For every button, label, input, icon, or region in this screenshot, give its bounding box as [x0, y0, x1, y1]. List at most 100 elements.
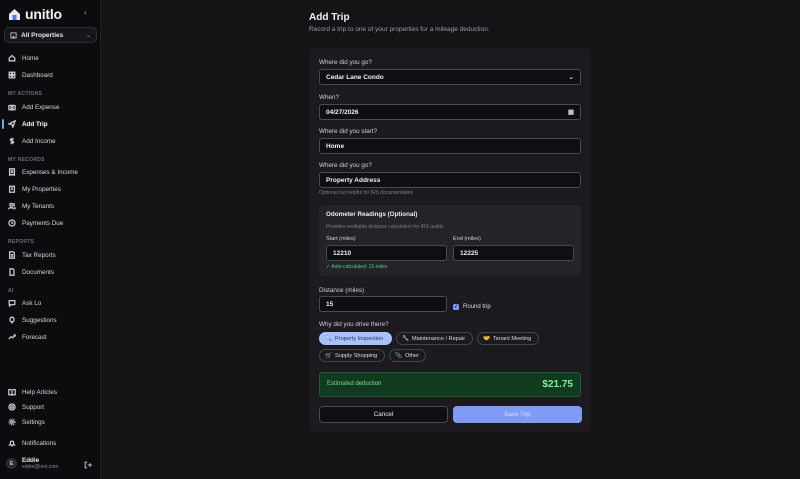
odometer-start-label: Start (miles) [326, 236, 356, 242]
sidebar-item-my-properties[interactable]: My Properties [8, 183, 94, 195]
building-icon [8, 185, 16, 193]
bell-icon [8, 439, 16, 447]
purpose-chip-supply-shopping[interactable]: 🛒 Supply Shopping [319, 349, 385, 362]
sidebar-item-label: Support [22, 403, 45, 411]
cancel-button[interactable]: Cancel [319, 406, 448, 423]
odometer-panel: Odometer Readings (Optional) Provides ve… [319, 205, 581, 276]
calendar-icon[interactable]: ▦ [568, 108, 574, 116]
paperclip-icon: 📎 [395, 352, 402, 359]
property-select-value: Cedar Lane Condo [326, 73, 384, 81]
sidebar-item-add-expense[interactable]: Add Expense [8, 101, 94, 113]
brand[interactable]: unitlo [8, 6, 62, 22]
user-name: Eddie [22, 457, 40, 464]
sidebar-item-payments-due[interactable]: Payments Due [8, 217, 94, 229]
purpose-chip-other[interactable]: 📎 Other [389, 349, 426, 362]
start-label: Where did you start? [319, 128, 378, 135]
date-input-value: 04/27/2026 [326, 108, 359, 116]
sidebar-item-expenses-income[interactable]: Expenses & Income [8, 166, 94, 178]
sidebar-item-tax-reports[interactable]: Tax Reports [8, 249, 94, 261]
sidebar-item-label: Settings [22, 418, 45, 426]
sidebar-item-notifications[interactable]: Notifications [8, 437, 94, 449]
sidebar-item-label: Add Expense [22, 103, 60, 111]
sidebar-item-settings[interactable]: Settings [8, 416, 94, 428]
odometer-end-input[interactable]: 12225 [453, 245, 574, 261]
purpose-chip-property-inspection[interactable]: 🔍 Property Inspection [319, 332, 392, 345]
document-icon [8, 268, 16, 276]
clock-icon [8, 219, 16, 227]
sidebar-item-label: Expenses & Income [22, 168, 79, 176]
chip-label: Property Inspection [334, 335, 384, 342]
book-icon [8, 388, 16, 396]
camera-icon [8, 103, 16, 111]
home-icon [8, 54, 16, 62]
sidebar-item-forecast[interactable]: Forecast [8, 331, 94, 343]
odometer-start-value: 12210 [333, 249, 352, 257]
magnifier-icon: 🔍 [325, 335, 332, 342]
logo-icon [9, 8, 20, 20]
sidebar-item-my-tenants[interactable]: My Tenants [8, 200, 94, 212]
cart-icon: 🛒 [325, 352, 332, 359]
estimated-deduction-panel: Estimated deduction $21.75 [319, 372, 581, 397]
sidebar-item-label: Ask Lo [22, 299, 42, 307]
chevron-down-icon: ⌄ [85, 32, 91, 39]
sidebar-item-label: Payments Due [22, 219, 64, 227]
destination-hint: Optional but helpful for IRS documentati… [319, 190, 414, 196]
odometer-start-input[interactable]: 12210 [326, 245, 447, 261]
distance-value: 15 [326, 300, 334, 308]
sidebar-item-documents[interactable]: Documents [8, 266, 94, 278]
sidebar-item-dashboard[interactable]: Dashboard [8, 69, 94, 81]
distance-label: Distance (miles) [319, 287, 365, 294]
gear-icon [8, 418, 16, 426]
sidebar-item-help-articles[interactable]: Help Articles [8, 386, 94, 398]
estimated-deduction-label: Estimated deduction [327, 381, 382, 387]
page-subtitle: Record a trip to one of your properties … [309, 26, 490, 33]
date-input[interactable]: 04/27/2026 ▦ [319, 104, 581, 120]
property-selector-value: All Properties [21, 31, 64, 39]
user-profile[interactable]: E Eddie eddie@test.com [6, 457, 58, 470]
wrench-icon: 🔧 [402, 335, 409, 342]
sidebar-item-label: Add Income [22, 137, 56, 145]
lifebuoy-icon [8, 403, 16, 411]
property-selector[interactable]: All Properties ⌄ [4, 27, 97, 43]
purpose-chip-maintenance[interactable]: 🔧 Maintenance / Repair [396, 332, 473, 345]
sidebar-item-add-income[interactable]: Add Income [8, 135, 94, 147]
sidebar-item-label: Suggestions [22, 316, 57, 324]
app-name: unitlo [25, 6, 62, 22]
sidebar-item-label: Dashboard [22, 71, 53, 79]
sidebar-item-support[interactable]: Support [8, 401, 94, 413]
start-location-input[interactable]: Home [319, 138, 581, 154]
building-icon [10, 31, 17, 39]
chip-label: Maintenance / Repair [411, 335, 466, 342]
sidebar-item-suggestions[interactable]: Suggestions [8, 314, 94, 326]
page-title: Add Trip [309, 12, 350, 23]
odometer-description: Provides verifiable distance calculation… [326, 224, 444, 230]
purpose-chip-tenant-meeting[interactable]: 🤝 Tenant Meeting [477, 332, 539, 345]
sidebar-item-ask-lo[interactable]: Ask Lo [8, 297, 94, 309]
save-trip-button[interactable]: Save Trip [453, 406, 582, 423]
property-select[interactable]: Cedar Lane Condo ⌄ [319, 69, 581, 85]
sidebar-item-label: Add Trip [22, 120, 48, 128]
odometer-title: Odometer Readings (Optional) [326, 211, 418, 218]
avatar: E [6, 458, 17, 469]
distance-input[interactable]: 15 [319, 296, 447, 312]
report-icon [8, 251, 16, 259]
logout-icon[interactable] [84, 461, 93, 469]
chip-label: Tenant Meeting [492, 335, 532, 342]
property-label: Where did you go? [319, 59, 372, 66]
destination-input[interactable]: Property Address [319, 172, 581, 188]
collapse-sidebar-icon[interactable]: ‹ [84, 8, 87, 17]
start-location-value: Home [326, 142, 345, 150]
section-reports: REPORTS [8, 239, 35, 245]
sidebar-item-label: My Properties [22, 185, 61, 193]
sidebar-item-home[interactable]: Home [8, 52, 94, 64]
auto-calculated-note: ✓ Auto-calculated: 15 miles [326, 264, 388, 270]
odometer-end-value: 12225 [460, 249, 479, 257]
sidebar-item-add-trip[interactable]: Add Trip [8, 118, 94, 130]
round-trip-checkbox[interactable]: ✓ Round trip [453, 304, 491, 310]
active-indicator [2, 119, 4, 129]
purpose-label: Why did you drive there? [319, 321, 389, 328]
trend-icon [8, 333, 16, 341]
dollar-icon [8, 137, 16, 145]
sidebar-item-label: Home [22, 54, 39, 62]
users-icon [8, 202, 16, 210]
